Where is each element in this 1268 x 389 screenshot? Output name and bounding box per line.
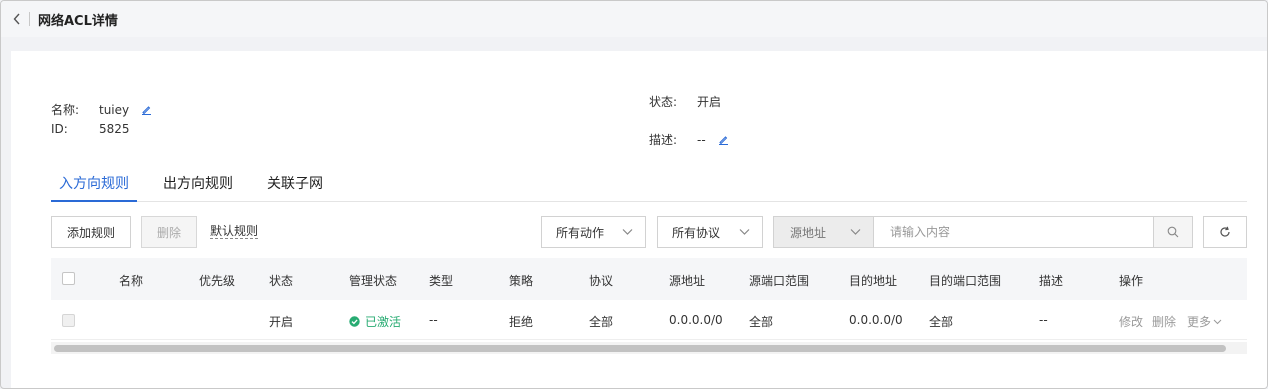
edit-description-icon[interactable] (718, 134, 729, 148)
table-header: 名称 优先级 状态 管理状态 类型 策略 协议 源地址 源端口范围 目的地址 目… (51, 258, 1247, 300)
search-button[interactable] (1153, 216, 1193, 248)
chevron-down-icon (850, 229, 861, 235)
cell-destination-address: 0.0.0.0/0 (849, 313, 903, 327)
cell-admin-status: 已激活 (349, 313, 401, 330)
protocol-filter-value: 所有协议 (672, 225, 721, 240)
status-value: 开启 (697, 95, 722, 109)
edit-rule-link[interactable]: 修改 (1119, 313, 1143, 330)
column-header-description: 描述 (1039, 274, 1064, 288)
cell-description: -- (1039, 313, 1048, 327)
status-row: 状态: 开启 (649, 93, 721, 110)
column-header-policy: 策略 (509, 274, 534, 288)
action-filter-select[interactable]: 所有动作 (541, 216, 646, 248)
chevron-down-icon (1213, 319, 1222, 324)
protocol-filter-select[interactable]: 所有协议 (657, 216, 763, 248)
search-field-value: 源地址 (790, 225, 827, 240)
more-actions-dropdown[interactable]: 更多 (1187, 313, 1222, 330)
column-header-admin-status: 管理状态 (349, 274, 398, 288)
top-bar: 网络ACL详情 (1, 1, 1267, 37)
column-header-actions: 操作 (1119, 274, 1144, 288)
check-circle-icon (349, 316, 360, 327)
add-rule-button[interactable]: 添加规则 (51, 216, 131, 248)
more-actions-label: 更多 (1187, 315, 1212, 329)
column-header-priority: 优先级 (199, 274, 236, 288)
tab-inbound-rules[interactable]: 入方向规则 (59, 173, 129, 193)
refresh-button[interactable] (1203, 216, 1247, 248)
search-field-select[interactable]: 源地址 (773, 216, 874, 248)
id-label: ID: (51, 122, 68, 136)
column-header-status: 状态 (269, 274, 294, 288)
app-window: 网络ACL详情 名称: tuiey ID: 5825 状态: 开启 描述: -- 入方向… (0, 0, 1268, 389)
search-input[interactable] (890, 225, 1153, 239)
rule-tabs: 入方向规则 出方向规则 关联子网 (51, 165, 1247, 202)
name-row: 名称: tuiey (51, 101, 152, 118)
column-header-destination-address: 目的地址 (849, 274, 898, 288)
id-row: ID: 5825 (51, 122, 130, 136)
description-value: -- (697, 133, 706, 147)
search-icon (1167, 226, 1179, 238)
cell-protocol: 全部 (589, 315, 614, 329)
cell-source-port-range: 全部 (749, 315, 774, 329)
active-tab-indicator (51, 200, 137, 202)
description-label: 描述: (649, 133, 678, 147)
search-input-wrapper (873, 216, 1154, 248)
cell-type: -- (429, 313, 438, 327)
column-header-protocol: 协议 (589, 274, 614, 288)
column-header-destination-port-range: 目的端口范围 (929, 274, 1002, 288)
detail-card: 名称: tuiey ID: 5825 状态: 开启 描述: -- 入方向规则 出方向规则… (11, 51, 1267, 388)
column-header-source-port-range: 源端口范围 (749, 274, 810, 288)
chevron-down-icon (739, 229, 750, 235)
cell-destination-port-range: 全部 (929, 315, 954, 329)
table-row: 开启 已激活 -- 拒绝 全部 0.0.0.0/0 全部 0.0.0.0/0 全… (51, 300, 1247, 340)
row-checkbox[interactable] (62, 314, 75, 327)
default-rules-link[interactable]: 默认规则 (210, 224, 259, 239)
horizontal-scrollbar[interactable] (51, 342, 1247, 354)
name-label: 名称: (51, 103, 80, 117)
admin-status-text: 已激活 (365, 315, 402, 329)
page-title: 网络ACL详情 (38, 13, 118, 29)
scrollbar-thumb[interactable] (54, 345, 1226, 352)
select-all-checkbox[interactable] (62, 272, 75, 285)
name-value: tuiey (99, 103, 130, 117)
tab-outbound-rules[interactable]: 出方向规则 (163, 173, 233, 193)
column-header-source-address: 源地址 (669, 274, 706, 288)
chevron-left-icon[interactable] (13, 13, 23, 25)
status-label: 状态: (649, 95, 678, 109)
cell-source-address: 0.0.0.0/0 (669, 313, 723, 327)
delete-button[interactable]: 删除 (141, 216, 197, 248)
column-header-name: 名称 (119, 274, 144, 288)
refresh-icon (1220, 226, 1230, 237)
tab-associated-subnets[interactable]: 关联子网 (267, 173, 323, 193)
chevron-down-icon (622, 229, 633, 235)
action-filter-value: 所有动作 (556, 225, 605, 240)
title-divider (29, 12, 30, 26)
edit-name-icon[interactable] (141, 104, 152, 118)
cell-policy: 拒绝 (509, 315, 534, 329)
description-row: 描述: -- (649, 131, 729, 148)
delete-rule-link[interactable]: 删除 (1152, 313, 1176, 330)
cell-status: 开启 (269, 315, 294, 329)
id-value: 5825 (99, 122, 130, 136)
column-header-type: 类型 (429, 274, 454, 288)
